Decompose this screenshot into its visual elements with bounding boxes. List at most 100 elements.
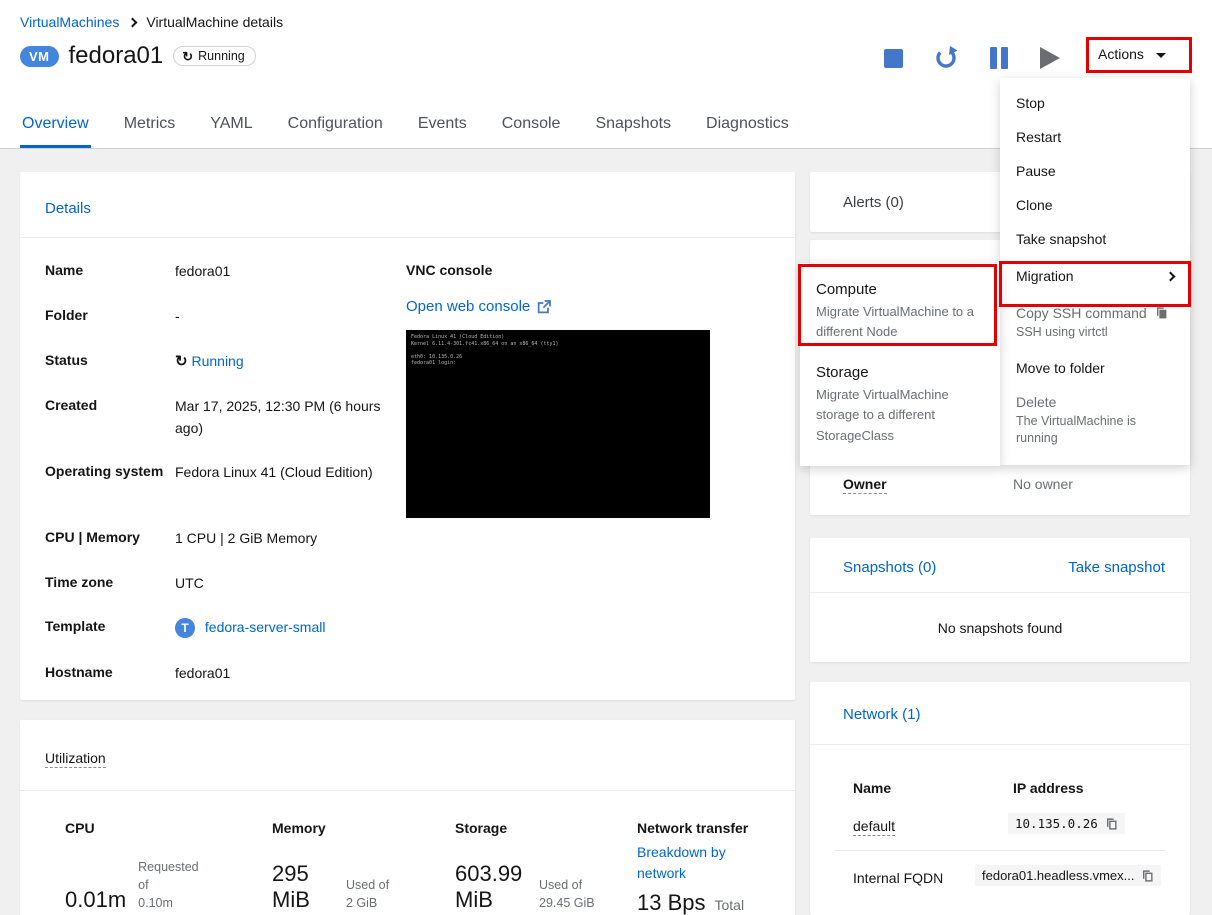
detail-row-hostname: Hostname fedora01 (45, 664, 385, 684)
alerts-card-title[interactable]: Alerts (0) (843, 194, 904, 211)
submenu-chevron-icon (1165, 271, 1176, 281)
copy-ssh-icon (1156, 307, 1167, 319)
status-running-link[interactable]: Running (191, 353, 243, 369)
play-icon[interactable] (1040, 47, 1060, 69)
details-divider (20, 237, 795, 238)
compute-label: Compute (816, 281, 877, 298)
detail-label-folder: Folder (45, 307, 88, 323)
menu-item-stop[interactable]: Stop (1000, 86, 1190, 120)
menu-item-take-snapshot[interactable]: Take snapshot (1000, 222, 1190, 256)
snapshots-card-title-link[interactable]: Snapshots (0) (843, 559, 936, 576)
pause-icon[interactable] (990, 47, 1008, 69)
network-col-name: Name (853, 780, 892, 796)
external-link-icon (538, 299, 552, 313)
network-card-title-link[interactable]: Network (1) (843, 706, 921, 723)
menu-item-migration[interactable]: Migration (1000, 256, 1190, 296)
metric-memory-sub1: Used of (346, 877, 390, 892)
menu-item-copy-ssh[interactable]: Copy SSH command SSH using virtctl (1000, 296, 1190, 351)
detail-label-created: Created (45, 397, 98, 413)
delete-label: Delete (1016, 393, 1057, 410)
vnc-console-title: VNC console (406, 262, 493, 278)
vm-details-page: VirtualMachines VirtualMachine details V… (0, 0, 1212, 915)
detail-label-status: Status (45, 352, 88, 368)
tab-yaml[interactable]: YAML (208, 105, 254, 148)
menu-item-move-to-folder[interactable]: Move to folder (1000, 351, 1190, 385)
status-badge-label: Running (198, 49, 245, 63)
take-snapshot-link[interactable]: Take snapshot (1068, 559, 1165, 576)
breadcrumb: VirtualMachines VirtualMachine details (20, 14, 283, 30)
vnc-console-section: VNC console Open web console Fedora Linu… (406, 262, 746, 518)
details-card: Details Name fedora01 Folder - Status ↻ … (20, 172, 795, 700)
metric-network-value: 13 Bps (637, 890, 706, 915)
fqdn-value: fedora01.headless.vmex... (982, 868, 1135, 883)
tab-metrics[interactable]: Metrics (122, 105, 178, 148)
template-link[interactable]: fedora-server-small (205, 619, 326, 635)
metric-cpu-value: 0.01m (65, 886, 127, 912)
metric-network-name: Network transfer (637, 820, 749, 836)
migration-submenu: Compute Migrate VirtualMachine to a diff… (800, 263, 1000, 466)
metric-memory-sub2: 2 GiB (346, 895, 378, 910)
actions-dropdown-button[interactable]: Actions (1098, 46, 1166, 62)
utilization-divider (20, 790, 795, 791)
tab-configuration[interactable]: Configuration (286, 105, 385, 148)
page-title: fedora01 (68, 42, 164, 69)
metric-network-sub1: Total (714, 897, 745, 913)
utilization-card: Utilization CPU 0.01m Requested of 0.10m… (20, 720, 795, 915)
compute-desc: Migrate VirtualMachine to a different No… (816, 304, 975, 340)
tab-bar: Overview Metrics YAML Configuration Even… (20, 105, 791, 148)
detail-value-hostname: fedora01 (175, 665, 231, 681)
copy-fqdn-icon[interactable] (1141, 869, 1154, 883)
open-web-console-label: Open web console (406, 298, 531, 315)
fqdn-label: Internal FQDN (853, 870, 944, 886)
breakdown-by-network-link[interactable]: Breakdown by network (637, 842, 747, 884)
metric-memory-value: 295 MiB (272, 861, 310, 912)
stop-icon[interactable] (884, 49, 903, 68)
network-row-divider (835, 850, 1165, 851)
menu-item-restart[interactable]: Restart (1000, 120, 1190, 154)
restart-icon[interactable] (934, 46, 958, 70)
detail-label-os: Operating system (45, 463, 164, 479)
detail-row-status: Status ↻ Running (45, 352, 385, 372)
template-icon: T (175, 618, 195, 639)
breadcrumb-current: VirtualMachine details (146, 14, 284, 30)
fqdn-row-value: fedora01.headless.vmex... (975, 865, 1162, 886)
menu-item-clone[interactable]: Clone (1000, 188, 1190, 222)
detail-row-name: Name fedora01 (45, 262, 385, 282)
submenu-item-compute[interactable]: Compute Migrate VirtualMachine to a diff… (800, 271, 1000, 354)
tab-overview[interactable]: Overview (20, 105, 91, 148)
vnc-console-text: Fedora Linux 41 (Cloud Edition) Kernel 6… (411, 334, 559, 366)
sync-icon: ↻ (182, 48, 194, 64)
owner-label: Owner (843, 476, 887, 494)
metric-memory-name: Memory (272, 820, 326, 836)
copy-ip-icon[interactable] (1105, 817, 1118, 831)
detail-value-os: Fedora Linux 41 (Cloud Edition) (175, 464, 373, 480)
detail-row-template: Template T fedora-server-small (45, 618, 435, 639)
detail-row-os: Operating system Fedora Linux 41 (Cloud … (45, 463, 385, 483)
details-card-title-link[interactable]: Details (45, 200, 91, 217)
tab-snapshots[interactable]: Snapshots (593, 105, 673, 148)
copy-ssh-desc: SSH using virtctl (1016, 325, 1108, 339)
tab-diagnostics[interactable]: Diagnostics (704, 105, 791, 148)
detail-value-created: Mar 17, 2025, 12:30 PM (6 hours ago) (175, 398, 381, 437)
network-col-ip: IP address (1013, 780, 1084, 796)
detail-value-cpu-memory: 1 CPU | 2 GiB Memory (175, 530, 318, 546)
menu-item-pause[interactable]: Pause (1000, 154, 1190, 188)
open-web-console-link[interactable]: Open web console (406, 298, 552, 315)
metric-storage-sub1: Used of (539, 877, 583, 892)
tab-console[interactable]: Console (500, 105, 563, 148)
tab-events[interactable]: Events (416, 105, 469, 148)
detail-value-name: fedora01 (175, 263, 231, 279)
title-row: VM fedora01 ↻ Running (20, 42, 256, 70)
metric-storage-name: Storage (455, 820, 508, 836)
submenu-item-storage[interactable]: Storage Migrate VirtualMachine storage t… (800, 354, 1000, 457)
breadcrumb-virtualmachines-link[interactable]: VirtualMachines (20, 14, 119, 30)
vm-action-toolbar (876, 40, 1076, 76)
vm-kind-badge: VM (20, 45, 59, 67)
migration-label: Migration (1016, 268, 1074, 284)
status-badge[interactable]: ↻ Running (173, 46, 256, 66)
detail-label-timezone: Time zone (45, 574, 114, 590)
detail-row-cpu-memory: CPU | Memory 1 CPU | 2 GiB Memory (45, 529, 385, 549)
metric-storage-value: 603.99 MiB (455, 861, 523, 912)
vnc-screen[interactable]: Fedora Linux 41 (Cloud Edition) Kernel 6… (406, 330, 710, 518)
status-sync-icon: ↻ (175, 353, 188, 370)
